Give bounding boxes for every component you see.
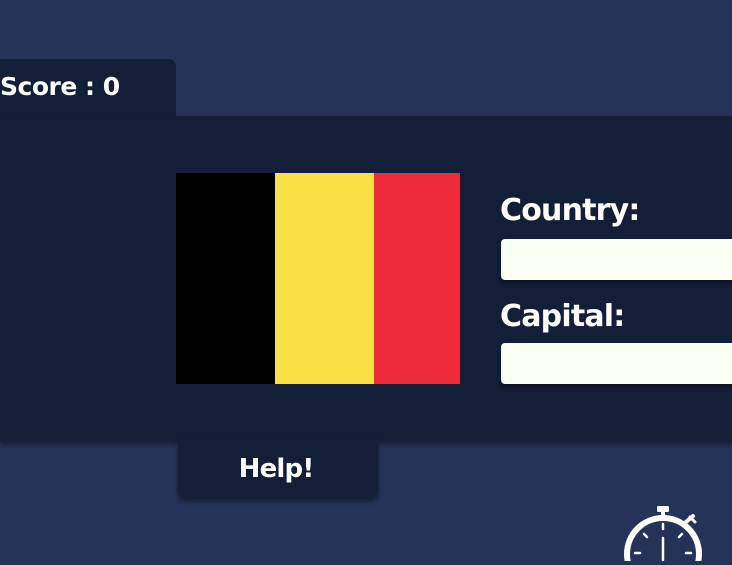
help-button-label: Help!	[238, 453, 315, 484]
flag-stripe-left	[176, 173, 275, 384]
country-label: Country:	[500, 193, 640, 228]
stopwatch-icon[interactable]	[620, 504, 710, 565]
country-input[interactable]	[501, 239, 732, 280]
flag-stripe-right	[374, 173, 460, 384]
flag-stripe-middle	[275, 173, 374, 384]
country-flag	[176, 173, 460, 384]
score-display: Score : 0	[0, 72, 120, 101]
capital-input[interactable]	[501, 343, 732, 384]
capital-label: Capital:	[500, 299, 625, 334]
help-button[interactable]: Help!	[178, 440, 378, 497]
